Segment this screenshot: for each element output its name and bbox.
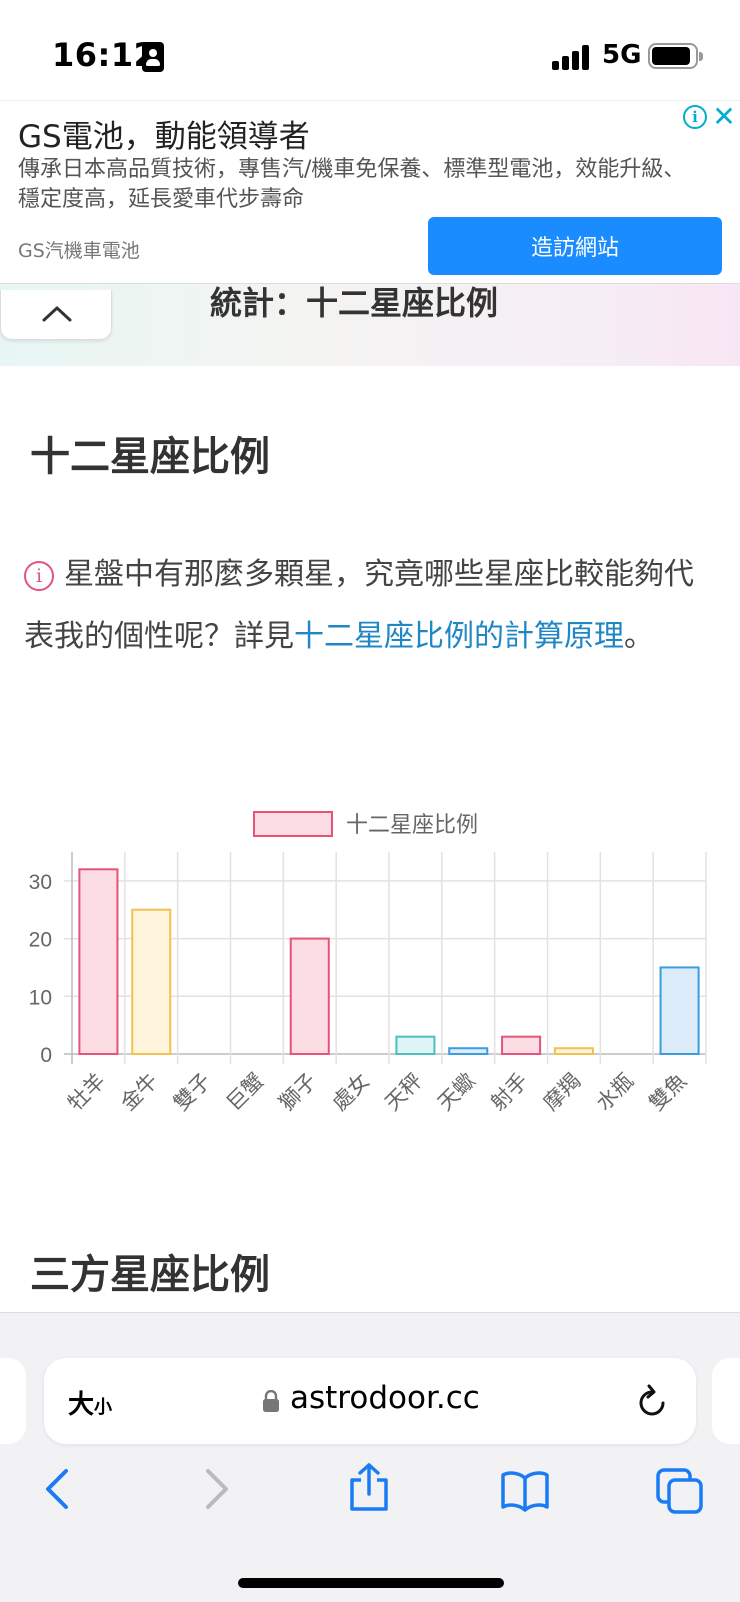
- ad-banner[interactable]: GS電池，動能領導者 傳承日本高品質技術，專售汽/機車免保養、標準型電池，效能升…: [0, 100, 740, 284]
- y-tick-label: 10: [29, 986, 52, 1009]
- lock-icon: [263, 1390, 279, 1412]
- x-tick-label: 獅子: [275, 1069, 322, 1116]
- x-tick-label: 牡羊: [63, 1069, 110, 1116]
- status-bar: 16:12 5G: [0, 0, 740, 100]
- next-section-title: 三方星座比例: [30, 1252, 270, 1298]
- network-type: 5G: [602, 40, 642, 70]
- battery-icon: [648, 43, 703, 69]
- page-header-title: 統計：十二星座比例: [210, 284, 499, 322]
- url-text[interactable]: astrodoor.cc: [290, 1380, 480, 1416]
- home-indicator: [238, 1578, 504, 1588]
- info-icon: i: [24, 561, 54, 591]
- ad-info-icon[interactable]: i: [683, 105, 707, 129]
- x-tick-label: 水瓶: [592, 1069, 639, 1116]
- x-tick-label: 金牛: [116, 1069, 163, 1116]
- text-size-button[interactable]: 大小: [68, 1384, 112, 1421]
- x-tick-label: 天秤: [380, 1069, 427, 1116]
- bar-天蠍: [448, 1047, 489, 1056]
- bar-牡羊: [78, 868, 119, 1055]
- previous-tab-pill[interactable]: [0, 1358, 26, 1444]
- y-tick-label: 30: [29, 871, 52, 894]
- x-tick-label: 天蠍: [433, 1069, 480, 1116]
- back-arrow-icon[interactable]: [42, 1468, 72, 1510]
- id-card-icon: [142, 42, 164, 72]
- forward-arrow-icon[interactable]: [202, 1468, 232, 1510]
- intro-end: 。: [624, 619, 654, 654]
- ad-source[interactable]: GS汽機車電池: [18, 236, 140, 263]
- browser-toolbar: [0, 1312, 740, 1602]
- x-tick-label: 射手: [486, 1069, 533, 1116]
- collapse-button[interactable]: [0, 290, 112, 340]
- visit-site-button[interactable]: 造訪網站: [428, 217, 722, 275]
- intro-paragraph: i 星盤中有那麼多顆星，究竟哪些星座比較能夠代表我的個性呢？詳見十二星座比例的計算…: [24, 544, 714, 668]
- calculation-principle-link[interactable]: 十二星座比例的計算原理: [294, 619, 624, 654]
- x-tick-label: 巨蟹: [222, 1069, 269, 1116]
- y-tick-label: 0: [40, 1044, 52, 1067]
- x-tick-label: 雙魚: [644, 1069, 691, 1116]
- zodiac-bar-chart: 0 10 20 30 牡羊 金牛 雙子 巨蟹 獅子 處女 天秤 天蠍 射手 摩羯 水瓶 雙魚 十二星座比例: [29, 811, 707, 1116]
- y-tick-label: 20: [29, 929, 52, 952]
- bookmarks-icon[interactable]: [500, 1470, 550, 1512]
- bar-獅子: [289, 937, 330, 1055]
- x-tick-label: 處女: [327, 1069, 374, 1116]
- text-size-small-glyph: 小: [94, 1397, 113, 1418]
- legend-swatch: [253, 811, 333, 837]
- bar-雙魚: [659, 966, 700, 1055]
- x-tick-label: 雙子: [169, 1069, 216, 1116]
- share-icon[interactable]: [348, 1462, 390, 1512]
- bar-摩羯: [553, 1047, 594, 1056]
- section-title: 十二星座比例: [30, 434, 270, 480]
- next-tab-pill[interactable]: [712, 1358, 740, 1444]
- bar-天秤: [395, 1035, 436, 1055]
- address-bar[interactable]: 大小 astrodoor.cc: [44, 1358, 696, 1444]
- chevron-up-icon: [42, 306, 72, 322]
- ad-title[interactable]: GS電池，動能領導者: [18, 111, 310, 156]
- status-time: 16:12: [52, 36, 157, 74]
- bar-射手: [501, 1035, 542, 1055]
- bar-金牛: [131, 908, 172, 1056]
- legend-label: 十二星座比例: [346, 813, 478, 838]
- x-tick-label: 摩羯: [539, 1069, 586, 1116]
- signal-strength-icon: [552, 44, 592, 70]
- close-icon[interactable]: ✕: [711, 100, 737, 133]
- reload-icon[interactable]: [636, 1382, 670, 1420]
- ad-description[interactable]: 傳承日本高品質技術，專售汽/機車免保養、標準型電池，效能升級、穩定度高，延長愛車…: [18, 155, 698, 215]
- text-size-large-glyph: 大: [68, 1390, 95, 1420]
- tabs-icon[interactable]: [656, 1468, 704, 1514]
